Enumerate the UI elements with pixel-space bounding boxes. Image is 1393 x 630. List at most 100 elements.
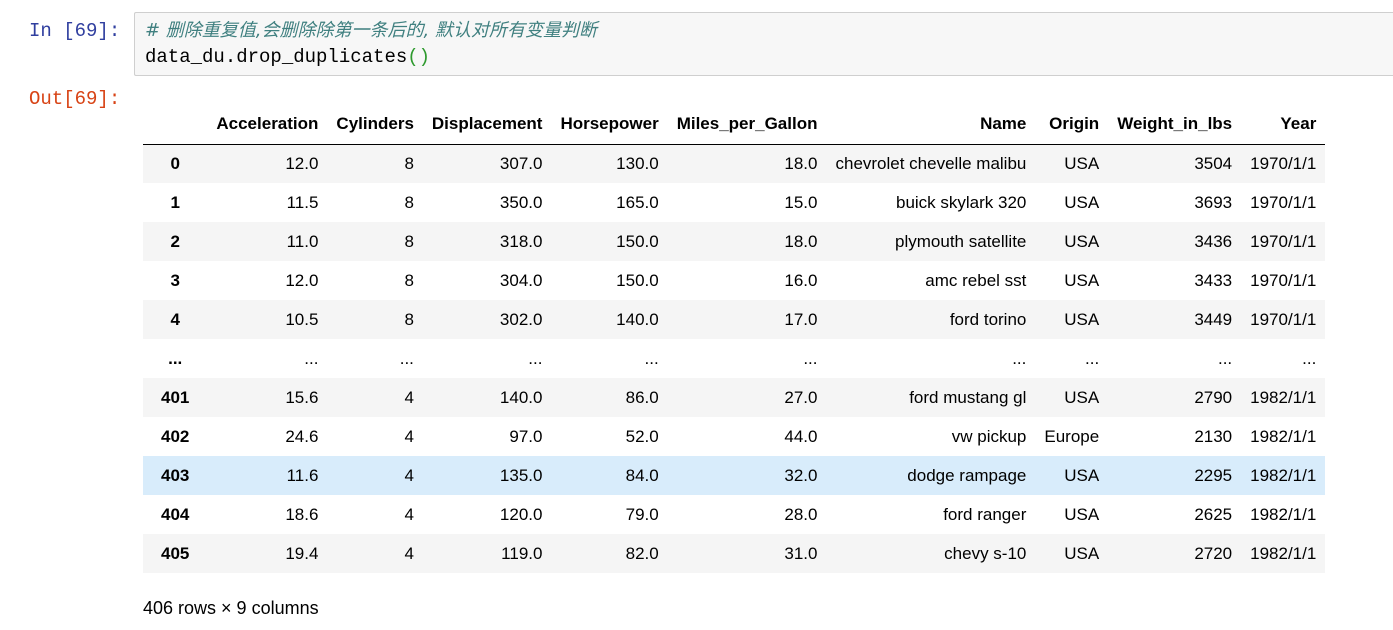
- table-cell: 17.0: [784, 309, 818, 329]
- table-cell: 130.0: [616, 153, 659, 173]
- table-cell: 44.0: [784, 426, 818, 446]
- table-cell: 2625: [1194, 504, 1233, 524]
- table-cell: 10.5: [285, 309, 319, 329]
- table-cell: 31.0: [784, 543, 818, 563]
- table-cell: 11.0: [286, 231, 319, 251]
- output-prompt: Out[69]:: [29, 88, 121, 110]
- table-row: ..............................: [143, 339, 1326, 378]
- dataframe-table: Acceleration Cylinders Displacement Horsepo…: [143, 105, 1326, 573]
- table-cell: ford torino: [949, 309, 1027, 329]
- table-cell: ford mustang gl: [909, 387, 1027, 407]
- table-cell: 1970/1/1: [1250, 153, 1317, 173]
- table-cell: 1982/1/1: [1250, 504, 1317, 524]
- table-cell: USA: [1064, 543, 1100, 563]
- table-body: 0 12.0 8 307.0 130.0 18.0 chevrolet chevelle m…: [143, 144, 1326, 573]
- code-call-name: data_du.drop_duplicates: [145, 46, 408, 68]
- table-cell: USA: [1064, 387, 1100, 407]
- table-cell: 82.0: [625, 543, 659, 563]
- table-cell: 4: [404, 426, 414, 446]
- table-cell: 1970/1/1: [1250, 231, 1317, 251]
- table-cell: 97.0: [509, 426, 543, 446]
- table-cell: USA: [1064, 309, 1100, 329]
- table-row: 2 11.0 8 318.0 150.0 18.0 plymouth satellite US…: [143, 222, 1326, 261]
- table-cell: 28.0: [784, 504, 818, 524]
- table-cell: USA: [1064, 465, 1100, 485]
- column-header: Weight_in_lbs: [1108, 105, 1242, 145]
- row-index: ...: [168, 348, 183, 368]
- table-cell: ...: [1217, 348, 1233, 368]
- row-index: 2: [170, 231, 180, 251]
- table-row: 3 12.0 8 304.0 150.0 16.0 amc rebel sst USA 3433…: [143, 261, 1326, 300]
- table-cell: 1982/1/1: [1250, 543, 1317, 563]
- table-cell: 12.0: [285, 270, 319, 290]
- table-cell: 140.0: [616, 309, 659, 329]
- column-header: Displacement: [422, 105, 552, 145]
- table-cell: 1982/1/1: [1250, 465, 1317, 485]
- table-cell: 350.0: [499, 192, 543, 212]
- table-cell: 318.0: [499, 231, 543, 251]
- row-index: 3: [170, 270, 180, 290]
- column-header: Name: [826, 105, 1036, 145]
- table-cell: 2295: [1194, 465, 1233, 485]
- row-index: 405: [161, 543, 190, 563]
- table-cell: 18.6: [285, 504, 319, 524]
- table-cell: ...: [399, 348, 414, 368]
- column-header: Cylinders: [327, 105, 423, 145]
- table-cell: 8: [404, 270, 414, 290]
- table-cell: 15.0: [784, 192, 818, 212]
- table-cell: 302.0: [499, 309, 543, 329]
- row-index: 0: [170, 153, 180, 173]
- table-cell: 8: [404, 309, 414, 329]
- table-cell: 3433: [1194, 270, 1233, 290]
- table-cell: ford ranger: [943, 504, 1027, 524]
- table-cell: 2790: [1194, 387, 1233, 407]
- table-cell: 16.0: [784, 270, 818, 290]
- table-cell: 18.0: [784, 231, 818, 251]
- code-input-area[interactable]: # 删除重复值,会删除除第一条后的, 默认对所有变量判断 data_du.dro…: [134, 12, 1393, 76]
- table-cell: USA: [1064, 231, 1100, 251]
- table-cell: USA: [1064, 192, 1100, 212]
- table-cell: 84.0: [625, 465, 659, 485]
- table-row: 404 18.6 4 120.0 79.0 28.0 ford ranger USA 2625 1…: [143, 495, 1326, 534]
- code-comment: # 删除重复值,会删除除第一条后的, 默认对所有变量判断: [145, 20, 597, 41]
- table-cell: 1982/1/1: [1250, 426, 1317, 446]
- table-cell: 19.4: [285, 543, 319, 563]
- input-prompt: In [69]:: [29, 20, 121, 42]
- table-cell: ...: [528, 348, 543, 368]
- table-cell: 1970/1/1: [1250, 270, 1317, 290]
- table-cell: 27.0: [784, 387, 818, 407]
- table-cell: 18.0: [784, 153, 818, 173]
- table-cell: 165.0: [616, 192, 659, 212]
- table-cell: ...: [1085, 348, 1100, 368]
- table-cell: buick skylark 320: [895, 192, 1027, 212]
- table-row: 403 11.6 4 135.0 84.0 32.0 dodge rampage USA 229…: [143, 456, 1326, 495]
- header-row: Acceleration Cylinders Displacement Horsepo…: [143, 105, 1326, 145]
- row-index: 402: [161, 426, 190, 446]
- table-cell: ...: [1012, 348, 1027, 368]
- table-cell: 304.0: [499, 270, 543, 290]
- table-cell: 32.0: [784, 465, 818, 485]
- table-cell: 8: [404, 192, 414, 212]
- table-cell: USA: [1064, 270, 1100, 290]
- column-header-index: [143, 105, 208, 145]
- column-header: Horsepower: [551, 105, 668, 145]
- code-call-line: data_du.drop_duplicates(): [145, 46, 430, 68]
- table-cell: 79.0: [625, 504, 659, 524]
- table-cell: 120.0: [499, 504, 543, 524]
- row-index: 4: [170, 309, 180, 329]
- column-header: Origin: [1035, 105, 1109, 145]
- dataframe-output: Acceleration Cylinders Displacement Horsepo…: [143, 105, 1326, 573]
- table-row: 401 15.6 4 140.0 86.0 27.0 ford mustang gl USA 2…: [143, 378, 1326, 417]
- code-paren-close: ): [418, 46, 431, 68]
- table-cell: 2130: [1194, 426, 1233, 446]
- table-cell: amc rebel sst: [925, 270, 1027, 290]
- table-row: 4 10.5 8 302.0 140.0 17.0 ford torino USA 3449 19…: [143, 300, 1326, 339]
- table-cell: 12.0: [285, 153, 319, 173]
- code-paren-open: (: [407, 46, 419, 68]
- table-cell: 1982/1/1: [1250, 387, 1317, 407]
- table-cell: 86.0: [625, 387, 659, 407]
- table-row: 405 19.4 4 119.0 82.0 31.0 chevy s-10 USA 2720 19…: [143, 534, 1326, 573]
- column-header: Year: [1241, 105, 1326, 145]
- table-row: 1 11.5 8 350.0 165.0 15.0 buick skylark 320 USA…: [143, 183, 1326, 222]
- table-cell: 11.6: [286, 465, 319, 485]
